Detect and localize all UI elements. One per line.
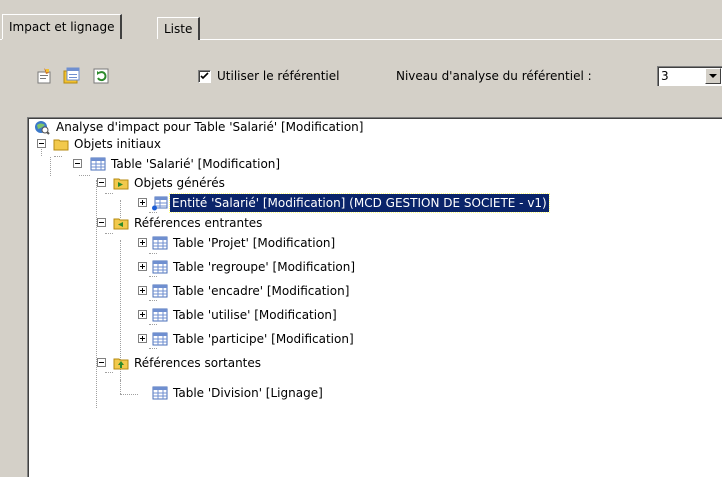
entity-icon bbox=[152, 196, 168, 211]
use-repository-checkbox[interactable] bbox=[198, 69, 211, 83]
table-icon bbox=[152, 284, 168, 298]
generated-folder-icon bbox=[113, 178, 129, 190]
tree-connector bbox=[105, 233, 113, 234]
collapse-icon[interactable] bbox=[37, 139, 46, 148]
table-icon bbox=[152, 236, 168, 250]
tree-connector bbox=[79, 175, 90, 176]
tree-connector bbox=[149, 276, 157, 277]
expand-icon[interactable] bbox=[138, 262, 147, 271]
tree-connector bbox=[149, 324, 157, 325]
table-icon bbox=[152, 260, 168, 274]
tab-impact-lineage[interactable]: Impact et lignage bbox=[2, 14, 123, 40]
impact-analysis-icon bbox=[35, 121, 50, 135]
tree-connector bbox=[120, 394, 138, 395]
expand-icon[interactable] bbox=[138, 198, 147, 207]
tree-label: Table 'participe' [Modification] bbox=[173, 332, 354, 346]
analysis-level-value: 3 bbox=[661, 69, 669, 83]
tab-label: Impact et lignage bbox=[9, 20, 115, 34]
expand-icon[interactable] bbox=[138, 286, 147, 295]
table-icon bbox=[152, 386, 168, 400]
tree-label: Table 'encadre' [Modification] bbox=[173, 284, 350, 298]
impact-tree[interactable]: Analyse d'impact pour Table 'Salarié' [M… bbox=[27, 117, 722, 477]
tree-label: Objets générés bbox=[134, 176, 225, 190]
use-repository-checkbox-group[interactable]: Utiliser le référentiel bbox=[198, 69, 339, 83]
refresh-icon[interactable] bbox=[91, 66, 111, 86]
tree-connector bbox=[149, 253, 157, 254]
analysis-level-select[interactable]: 3 bbox=[657, 66, 722, 86]
collapse-icon[interactable] bbox=[97, 178, 106, 187]
tree-connector bbox=[149, 300, 157, 301]
tab-bar: Impact et lignage Liste bbox=[0, 0, 722, 41]
tree-label: Table 'Salarié' [Modification] bbox=[111, 157, 281, 171]
properties-icon[interactable] bbox=[34, 66, 54, 86]
tree-connector bbox=[149, 348, 157, 349]
tab-list[interactable]: Liste bbox=[157, 17, 201, 40]
tree-label: Table 'regroupe' [Modification] bbox=[173, 260, 356, 274]
tree-label: Objets initiaux bbox=[74, 137, 161, 151]
table-icon bbox=[152, 308, 168, 322]
tree-connector bbox=[96, 180, 97, 408]
tree-label: Références sortantes bbox=[134, 356, 262, 370]
tree-label: Références entrantes bbox=[134, 216, 263, 230]
expand-icon[interactable] bbox=[138, 334, 147, 343]
table-icon bbox=[152, 332, 168, 346]
collapse-icon[interactable] bbox=[97, 358, 106, 367]
tree-label: Table 'Projet' [Modification] bbox=[173, 236, 336, 250]
expand-icon[interactable] bbox=[138, 238, 147, 247]
tree-label: Entité 'Salarié' [Modification] (MCD GES… bbox=[169, 193, 550, 213]
collapse-icon[interactable] bbox=[97, 218, 106, 227]
tree-label: Table 'Division' [Lignage] bbox=[173, 386, 323, 400]
tree-connector bbox=[105, 372, 113, 373]
folder-icon bbox=[53, 139, 69, 151]
toolbar: Utiliser le référentiel Niveau d'analyse… bbox=[0, 60, 722, 90]
tree-connector bbox=[120, 380, 121, 394]
analysis-level-label: Niveau d'analyse du référentiel : bbox=[396, 69, 592, 83]
generate-icon[interactable] bbox=[62, 66, 82, 86]
collapse-icon[interactable] bbox=[73, 159, 82, 168]
tree-connector bbox=[149, 212, 157, 213]
incoming-folder-icon bbox=[113, 218, 129, 230]
outgoing-folder-icon bbox=[113, 358, 129, 370]
expand-icon[interactable] bbox=[138, 310, 147, 319]
active-tab-join bbox=[2, 39, 159, 41]
tab-label: Liste bbox=[164, 22, 193, 36]
tree-connector bbox=[54, 156, 62, 157]
use-repository-label: Utiliser le référentiel bbox=[217, 69, 340, 83]
chevron-down-icon[interactable] bbox=[705, 68, 721, 84]
tree-label: Analyse d'impact pour Table 'Salarié' [M… bbox=[56, 120, 364, 134]
tree-label: Table 'utilise' [Modification] bbox=[173, 308, 337, 322]
table-icon bbox=[90, 157, 106, 171]
tree-connector bbox=[105, 193, 113, 194]
tree-connector bbox=[50, 157, 51, 176]
